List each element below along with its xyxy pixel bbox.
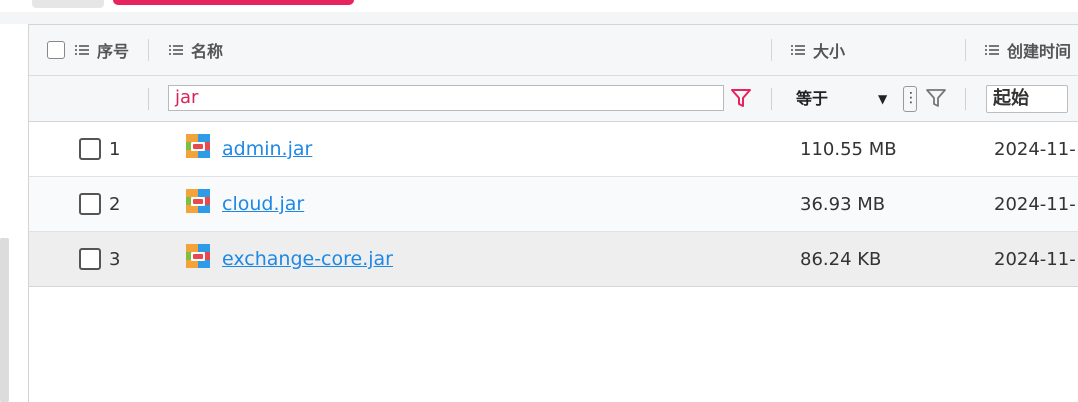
row-size: 36.93 MB	[800, 193, 886, 215]
row-checkbox[interactable]	[79, 248, 101, 270]
header-seq-label: 序号	[97, 42, 130, 61]
header-name-label: 名称	[191, 42, 224, 61]
list-icon	[985, 44, 999, 56]
row-seq: 3	[109, 248, 121, 270]
column-resize-handle[interactable]	[965, 39, 966, 61]
toolbar-button-primary[interactable]	[113, 0, 354, 5]
list-icon	[169, 44, 183, 56]
row-size: 110.55 MB	[800, 138, 897, 160]
row-checkbox[interactable]	[79, 193, 101, 215]
funnel-icon[interactable]	[925, 87, 947, 109]
archive-zip-icon	[186, 189, 210, 213]
table-row[interactable]: 2 cloud.jar 36.93 MB 2024-11-	[29, 177, 1078, 232]
header-seq[interactable]: 序号	[47, 25, 129, 75]
toolbar-button-secondary[interactable]	[32, 0, 104, 8]
row-select[interactable]: 2	[79, 177, 120, 231]
file-grid: 序号 名称 大小 创建时间 jar 等于 ▼ ⋮ 起始 1 admin.jar …	[28, 24, 1078, 402]
row-name-cell: exchange-core.jar	[186, 232, 393, 286]
file-name-link[interactable]: admin.jar	[222, 138, 312, 160]
header-created[interactable]: 创建时间	[985, 25, 1071, 75]
row-created: 2024-11-	[994, 248, 1076, 270]
row-created: 2024-11-	[994, 193, 1076, 215]
row-name-cell: cloud.jar	[186, 177, 304, 231]
size-operator-value: 等于	[796, 89, 829, 108]
header-created-label: 创建时间	[1007, 42, 1072, 61]
header-size[interactable]: 大小	[791, 25, 845, 75]
table-row[interactable]: 1 admin.jar 110.55 MB 2024-11-	[29, 122, 1078, 177]
file-name-link[interactable]: cloud.jar	[222, 193, 304, 215]
row-size: 86.24 KB	[800, 248, 882, 270]
header-size-label: 大小	[813, 42, 846, 61]
row-seq: 2	[109, 193, 121, 215]
row-seq: 1	[109, 138, 121, 160]
select-all-checkbox[interactable]	[47, 41, 65, 59]
row-created: 2024-11-	[994, 138, 1076, 160]
funnel-icon[interactable]	[730, 87, 752, 109]
size-operator-select[interactable]: 等于 ▼	[796, 85, 896, 113]
sidebar-scrollbar[interactable]	[0, 238, 9, 402]
row-checkbox[interactable]	[79, 138, 101, 160]
filter-divider	[965, 88, 966, 110]
size-operator-toggle[interactable]: ⋮	[903, 86, 918, 112]
column-resize-handle[interactable]	[148, 39, 149, 61]
row-name-cell: admin.jar	[186, 122, 312, 176]
filter-divider	[148, 88, 149, 110]
date-start-input[interactable]: 起始	[986, 85, 1068, 113]
row-select[interactable]: 3	[79, 232, 120, 286]
grid-header: 序号 名称 大小 创建时间	[29, 25, 1078, 76]
file-name-link[interactable]: exchange-core.jar	[222, 248, 393, 270]
name-filter-input[interactable]: jar	[168, 85, 724, 111]
column-resize-handle[interactable]	[771, 39, 772, 61]
file-table-page: 序号 名称 大小 创建时间 jar 等于 ▼ ⋮ 起始 1 admin.jar …	[0, 0, 1078, 402]
header-name[interactable]: 名称	[169, 25, 223, 75]
row-select[interactable]: 1	[79, 122, 120, 176]
filter-divider	[771, 88, 772, 110]
table-row[interactable]: 3 exchange-core.jar 86.24 KB 2024-11-	[29, 232, 1078, 287]
archive-zip-icon	[186, 134, 210, 158]
archive-zip-icon	[186, 244, 210, 268]
caret-down-icon: ▼	[878, 92, 888, 106]
toolbar-area	[0, 12, 1078, 24]
list-icon	[75, 44, 89, 56]
filter-row: jar 等于 ▼ ⋮ 起始	[29, 76, 1078, 122]
list-icon	[791, 44, 805, 56]
